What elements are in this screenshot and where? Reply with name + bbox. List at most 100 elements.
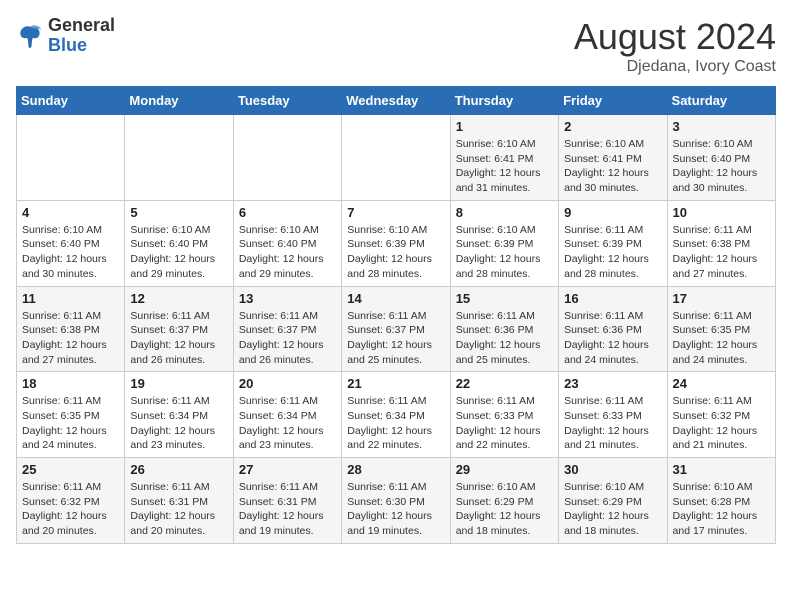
- page-header: General Blue August 2024 Djedana, Ivory …: [16, 16, 776, 76]
- calendar-cell: 26Sunrise: 6:11 AM Sunset: 6:31 PM Dayli…: [125, 458, 233, 544]
- location-subtitle: Djedana, Ivory Coast: [574, 58, 776, 76]
- calendar-cell: 11 Sunrise: 6:11 AM Sunset: 6:38 PM Dayli…: [17, 286, 125, 372]
- calendar-cell: 19Sunrise: 6:11 AM Sunset: 6:34 PM Dayli…: [125, 372, 233, 458]
- day-number: 4: [22, 205, 119, 220]
- day-number: 21: [347, 376, 444, 391]
- calendar-cell: 31Sunrise: 6:10 AM Sunset: 6:28 PM Dayli…: [667, 458, 775, 544]
- day-number: 25: [22, 462, 119, 477]
- calendar-cell: 9Sunrise: 6:11 AM Sunset: 6:39 PM Daylig…: [559, 200, 667, 286]
- calendar-week-row: 11 Sunrise: 6:11 AM Sunset: 6:38 PM Dayli…: [17, 286, 776, 372]
- weekday-header: Wednesday: [342, 87, 450, 115]
- calendar-cell: 15 Sunrise: 6:11 AM Sunset: 6:36 PM Dayli…: [450, 286, 558, 372]
- day-number: 10: [673, 205, 770, 220]
- calendar-cell: 10 Sunrise: 6:11 AM Sunset: 6:38 PM Dayli…: [667, 200, 775, 286]
- calendar-cell: 17 Sunrise: 6:11 AM Sunset: 6:35 PM Dayli…: [667, 286, 775, 372]
- calendar-cell: 27 Sunrise: 6:11 AM Sunset: 6:31 PM Dayli…: [233, 458, 341, 544]
- day-info: Sunrise: 6:10 AM Sunset: 6:40 PM Dayligh…: [673, 137, 770, 196]
- calendar-cell: 18 Sunrise: 6:11 AM Sunset: 6:35 PM Dayli…: [17, 372, 125, 458]
- logo-blue-text: Blue: [48, 35, 87, 55]
- day-info: Sunrise: 6:10 AM Sunset: 6:29 PM Dayligh…: [456, 480, 553, 539]
- calendar-cell: 4 Sunrise: 6:10 AM Sunset: 6:40 PM Daylig…: [17, 200, 125, 286]
- calendar-cell: 21 Sunrise: 6:11 AM Sunset: 6:34 PM Dayli…: [342, 372, 450, 458]
- day-info: Sunrise: 6:11 AM Sunset: 6:33 PM Dayligh…: [564, 394, 661, 453]
- day-info: Sunrise: 6:10 AM Sunset: 6:39 PM Dayligh…: [347, 223, 444, 282]
- calendar-cell: 2 Sunrise: 6:10 AM Sunset: 6:41 PM Daylig…: [559, 115, 667, 201]
- calendar-cell: 6 Sunrise: 6:10 AM Sunset: 6:40 PM Daylig…: [233, 200, 341, 286]
- calendar-cell: 12 Sunrise: 6:11 AM Sunset: 6:37 PM Dayli…: [125, 286, 233, 372]
- day-number: 31: [673, 462, 770, 477]
- day-info: Sunrise: 6:11 AM Sunset: 6:35 PM Dayligh…: [22, 394, 119, 453]
- calendar-week-row: 1 Sunrise: 6:10 AM Sunset: 6:41 PM Daylig…: [17, 115, 776, 201]
- calendar-table: SundayMondayTuesdayWednesdayThursdayFrid…: [16, 86, 776, 544]
- calendar-cell: [233, 115, 341, 201]
- day-info: Sunrise: 6:11 AM Sunset: 6:31 PM Dayligh…: [239, 480, 336, 539]
- logo-bird-icon: [16, 22, 44, 50]
- calendar-cell: 29 Sunrise: 6:10 AM Sunset: 6:29 PM Dayli…: [450, 458, 558, 544]
- day-number: 20: [239, 376, 336, 391]
- day-number: 30: [564, 462, 661, 477]
- day-number: 18: [22, 376, 119, 391]
- day-info: Sunrise: 6:11 AM Sunset: 6:33 PM Dayligh…: [456, 394, 553, 453]
- day-number: 6: [239, 205, 336, 220]
- day-number: 9: [564, 205, 661, 220]
- calendar-week-row: 18 Sunrise: 6:11 AM Sunset: 6:35 PM Dayli…: [17, 372, 776, 458]
- calendar-cell: 13 Sunrise: 6:11 AM Sunset: 6:37 PM Dayli…: [233, 286, 341, 372]
- day-info: Sunrise: 6:10 AM Sunset: 6:41 PM Dayligh…: [456, 137, 553, 196]
- day-info: Sunrise: 6:10 AM Sunset: 6:40 PM Dayligh…: [22, 223, 119, 282]
- day-number: 13: [239, 291, 336, 306]
- day-info: Sunrise: 6:11 AM Sunset: 6:36 PM Dayligh…: [564, 309, 661, 368]
- day-info: Sunrise: 6:11 AM Sunset: 6:37 PM Dayligh…: [130, 309, 227, 368]
- calendar-week-row: 25 Sunrise: 6:11 AM Sunset: 6:32 PM Dayli…: [17, 458, 776, 544]
- weekday-header: Monday: [125, 87, 233, 115]
- day-info: Sunrise: 6:11 AM Sunset: 6:37 PM Dayligh…: [239, 309, 336, 368]
- day-info: Sunrise: 6:10 AM Sunset: 6:41 PM Dayligh…: [564, 137, 661, 196]
- day-info: Sunrise: 6:11 AM Sunset: 6:38 PM Dayligh…: [673, 223, 770, 282]
- calendar-cell: 1 Sunrise: 6:10 AM Sunset: 6:41 PM Daylig…: [450, 115, 558, 201]
- day-number: 3: [673, 119, 770, 134]
- day-number: 17: [673, 291, 770, 306]
- day-number: 15: [456, 291, 553, 306]
- day-number: 19: [130, 376, 227, 391]
- logo-general-text: General: [48, 15, 115, 35]
- calendar-cell: 5Sunrise: 6:10 AM Sunset: 6:40 PM Daylig…: [125, 200, 233, 286]
- day-info: Sunrise: 6:11 AM Sunset: 6:36 PM Dayligh…: [456, 309, 553, 368]
- day-info: Sunrise: 6:10 AM Sunset: 6:29 PM Dayligh…: [564, 480, 661, 539]
- day-info: Sunrise: 6:11 AM Sunset: 6:35 PM Dayligh…: [673, 309, 770, 368]
- day-info: Sunrise: 6:11 AM Sunset: 6:34 PM Dayligh…: [347, 394, 444, 453]
- day-info: Sunrise: 6:10 AM Sunset: 6:40 PM Dayligh…: [239, 223, 336, 282]
- weekday-header: Saturday: [667, 87, 775, 115]
- day-number: 23: [564, 376, 661, 391]
- day-number: 24: [673, 376, 770, 391]
- calendar-cell: 25 Sunrise: 6:11 AM Sunset: 6:32 PM Dayli…: [17, 458, 125, 544]
- calendar-week-row: 4 Sunrise: 6:10 AM Sunset: 6:40 PM Daylig…: [17, 200, 776, 286]
- day-info: Sunrise: 6:11 AM Sunset: 6:38 PM Dayligh…: [22, 309, 119, 368]
- day-number: 22: [456, 376, 553, 391]
- calendar-cell: [125, 115, 233, 201]
- calendar-cell: 3 Sunrise: 6:10 AM Sunset: 6:40 PM Daylig…: [667, 115, 775, 201]
- day-info: Sunrise: 6:10 AM Sunset: 6:39 PM Dayligh…: [456, 223, 553, 282]
- calendar-cell: 23 Sunrise: 6:11 AM Sunset: 6:33 PM Dayli…: [559, 372, 667, 458]
- month-year-title: August 2024: [574, 16, 776, 58]
- day-number: 2: [564, 119, 661, 134]
- weekday-header: Sunday: [17, 87, 125, 115]
- calendar-cell: 7 Sunrise: 6:10 AM Sunset: 6:39 PM Daylig…: [342, 200, 450, 286]
- calendar-cell: 20Sunrise: 6:11 AM Sunset: 6:34 PM Dayli…: [233, 372, 341, 458]
- day-number: 11: [22, 291, 119, 306]
- calendar-cell: 30 Sunrise: 6:10 AM Sunset: 6:29 PM Dayli…: [559, 458, 667, 544]
- calendar-cell: 16Sunrise: 6:11 AM Sunset: 6:36 PM Dayli…: [559, 286, 667, 372]
- day-number: 28: [347, 462, 444, 477]
- day-number: 14: [347, 291, 444, 306]
- calendar-cell: [17, 115, 125, 201]
- day-info: Sunrise: 6:11 AM Sunset: 6:37 PM Dayligh…: [347, 309, 444, 368]
- calendar-cell: 8 Sunrise: 6:10 AM Sunset: 6:39 PM Daylig…: [450, 200, 558, 286]
- day-number: 29: [456, 462, 553, 477]
- day-number: 1: [456, 119, 553, 134]
- day-number: 12: [130, 291, 227, 306]
- day-info: Sunrise: 6:11 AM Sunset: 6:30 PM Dayligh…: [347, 480, 444, 539]
- weekday-header: Friday: [559, 87, 667, 115]
- title-block: August 2024 Djedana, Ivory Coast: [574, 16, 776, 76]
- day-number: 7: [347, 205, 444, 220]
- day-info: Sunrise: 6:11 AM Sunset: 6:32 PM Dayligh…: [22, 480, 119, 539]
- day-number: 27: [239, 462, 336, 477]
- day-number: 8: [456, 205, 553, 220]
